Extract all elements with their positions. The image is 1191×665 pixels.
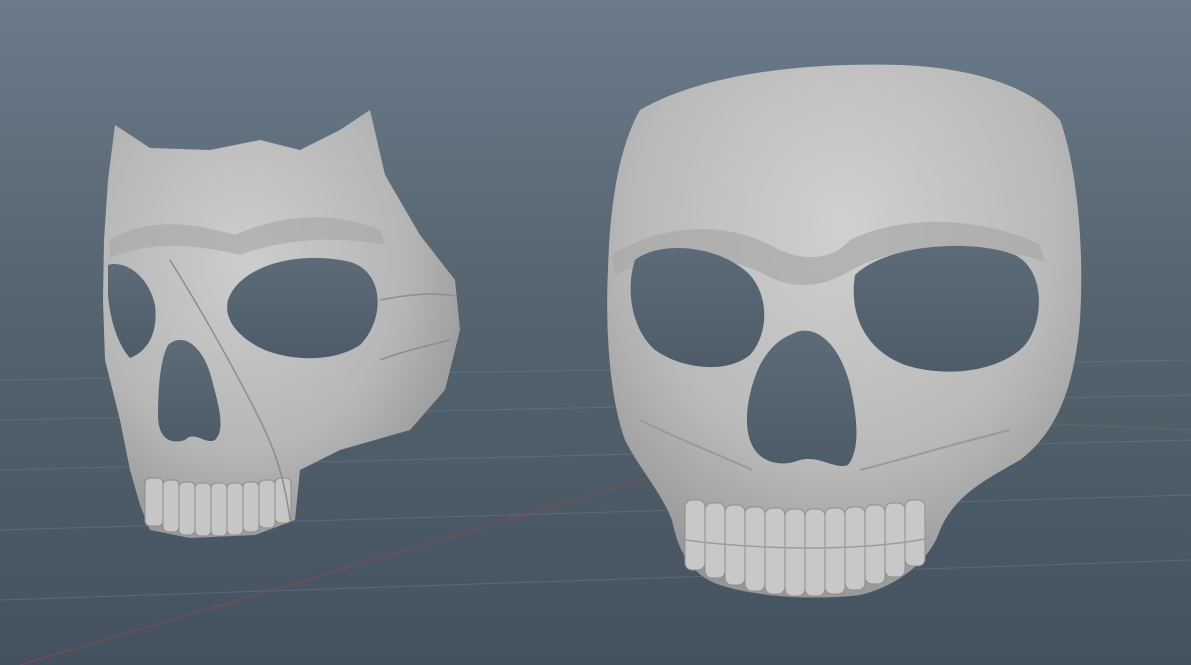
skull-mask-cut-model[interactable] <box>103 110 460 538</box>
3d-viewport[interactable] <box>0 0 1191 665</box>
viewport-canvas[interactable] <box>0 0 1191 665</box>
skull-mask-full-model[interactable] <box>607 64 1082 598</box>
skull-mask-cut-teeth <box>144 477 292 537</box>
